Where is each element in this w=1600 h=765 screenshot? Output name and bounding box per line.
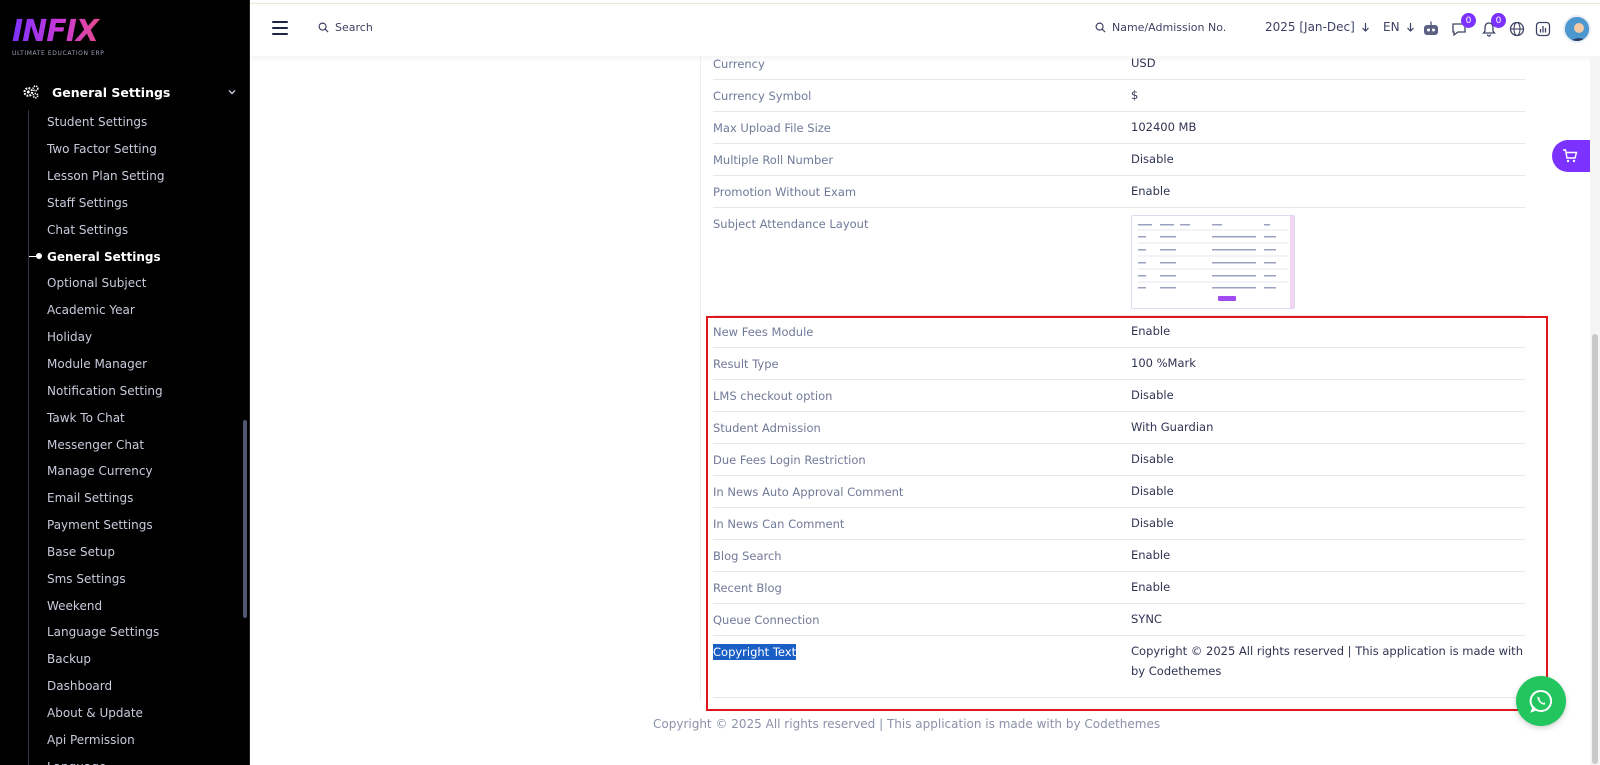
sidebar-item-manage-currency[interactable]: Manage Currency [0,458,245,485]
language-value: EN [1383,20,1400,34]
chevron-down-icon [228,90,236,95]
sidebar-item-holiday[interactable]: Holiday [0,324,245,351]
setting-label: Currency Symbol [713,89,812,103]
sidebar-item-two-factor-setting[interactable]: Two Factor Setting [0,136,245,163]
setting-label: Multiple Roll Number [713,153,834,167]
sidebar: INFIX ULTIMATE EDUCATION ERP General Set… [0,0,250,765]
sidebar-item-weekend[interactable]: Weekend [0,592,245,619]
sidebar-item-about-update[interactable]: About & Update [0,700,245,727]
stats-icon[interactable] [1534,20,1552,38]
sidebar-item-payment-settings[interactable]: Payment Settings [0,512,245,539]
highlight-box [706,316,1548,711]
chat-icon[interactable]: 0 [1450,13,1476,38]
user-avatar[interactable] [1563,15,1591,43]
robot-icon[interactable] [1422,20,1440,38]
sidebar-item-general-settings[interactable]: General Settings [0,243,245,270]
setting-value: $ [1131,88,1139,102]
sidebar-item-messenger-chat[interactable]: Messenger Chat [0,431,245,458]
setting-label: Subject Attendance Layout [713,217,869,231]
sidebar-item-api-permission[interactable]: Api Permission [0,726,245,753]
sidebar-item-backup[interactable]: Backup [0,646,245,673]
attendance-layout-preview-image[interactable] [1131,215,1295,309]
sidebar-section-title: General Settings [52,84,171,100]
sidebar-item-notification-setting[interactable]: Notification Setting [0,377,245,404]
language-dropdown[interactable]: EN [1383,20,1415,34]
search-label: Search [335,21,373,34]
cart-button[interactable] [1552,140,1592,172]
search-button[interactable]: Search [318,21,373,34]
logo-text: INFIX [12,16,104,48]
sidebar-menu: Student Settings Two Factor Setting Less… [0,109,245,765]
sidebar-item-academic-year[interactable]: Academic Year [0,297,245,324]
academic-year-value: 2025 [Jan-Dec] [1265,20,1355,34]
notification-count-badge: 0 [1491,13,1506,28]
setting-value: 102400 MB [1131,120,1197,134]
sidebar-item-module-manager[interactable]: Module Manager [0,351,245,378]
setting-value: USD [1131,56,1156,70]
sidebar-item-lesson-plan-setting[interactable]: Lesson Plan Setting [0,163,245,190]
menu-toggle-icon[interactable] [272,21,288,35]
sidebar-item-dashboard[interactable]: Dashboard [0,673,245,700]
sidebar-scrollbar[interactable] [243,420,247,618]
student-search-input[interactable]: Name/Admission No. [1095,21,1226,34]
setting-value: Enable [1131,184,1171,198]
search-icon [1095,22,1106,33]
setting-label: Max Upload File Size [713,121,831,135]
student-search-placeholder: Name/Admission No. [1112,21,1227,34]
bell-icon[interactable]: 0 [1480,13,1506,38]
arrow-down-icon [1361,22,1369,32]
brand-logo[interactable]: INFIX ULTIMATE EDUCATION ERP [12,16,105,58]
whatsapp-button[interactable] [1516,676,1566,726]
arrow-down-icon [1406,22,1414,32]
sidebar-item-student-settings[interactable]: Student Settings [0,109,245,136]
sidebar-item-language-settings[interactable]: Language Settings [0,619,245,646]
globe-icon[interactable] [1508,20,1526,38]
content-divider [700,56,701,701]
sidebar-item-language[interactable]: Language [0,753,245,765]
sidebar-item-sms-settings[interactable]: Sms Settings [0,565,245,592]
sidebar-item-email-settings[interactable]: Email Settings [0,485,245,512]
setting-label: Promotion Without Exam [713,185,857,199]
whatsapp-icon [1529,689,1553,713]
logo-tagline: ULTIMATE EDUCATION ERP [12,50,105,57]
page-scrollbar[interactable] [1590,56,1600,765]
settings-row: Promotion Without Exam Enable [713,176,1525,208]
sidebar-item-base-setup[interactable]: Base Setup [0,539,245,566]
settings-row: Subject Attendance Layout [713,208,1525,316]
sidebar-section-general-settings[interactable]: General Settings [22,82,237,102]
gears-icon [23,85,39,99]
chat-count-badge: 0 [1461,13,1476,28]
page-scrollbar-thumb[interactable] [1592,334,1598,764]
setting-value: Disable [1131,152,1174,166]
footer-copyright: Copyright © 2025 All rights reserved | T… [653,717,1161,731]
sidebar-item-staff-settings[interactable]: Staff Settings [0,190,245,217]
cart-icon [1563,149,1578,163]
sidebar-item-chat-settings[interactable]: Chat Settings [0,216,245,243]
sidebar-item-optional-subject[interactable]: Optional Subject [0,270,245,297]
sidebar-item-tawk-to-chat[interactable]: Tawk To Chat [0,404,245,431]
setting-label: Currency [713,57,765,71]
academic-year-dropdown[interactable]: 2025 [Jan-Dec] [1265,20,1370,34]
search-icon [318,22,329,33]
